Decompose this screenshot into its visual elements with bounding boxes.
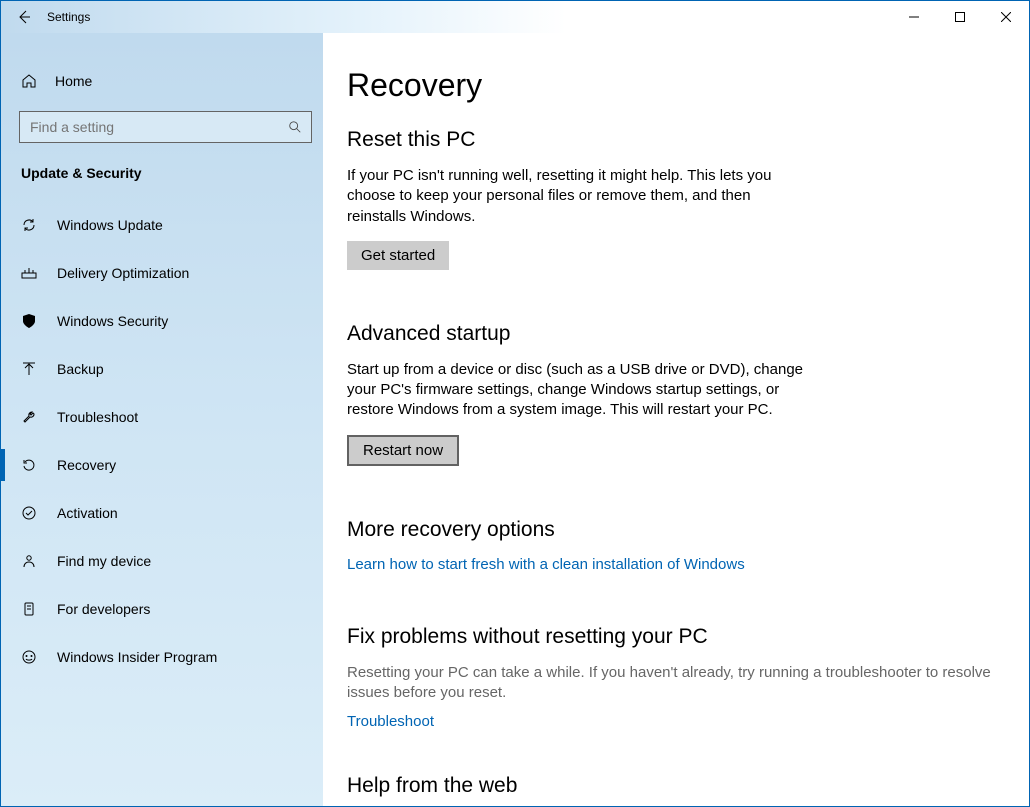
sidebar-item-label: Activation — [57, 505, 118, 521]
sidebar-category: Update & Security — [1, 143, 323, 191]
sidebar-item-backup[interactable]: Backup — [1, 345, 323, 393]
maximize-button[interactable] — [937, 1, 983, 33]
sidebar-item-label: Find my device — [57, 553, 151, 569]
sync-icon — [21, 217, 37, 233]
maximize-icon — [955, 12, 965, 22]
fresh-install-link[interactable]: Learn how to start fresh with a clean in… — [347, 556, 745, 573]
sidebar-item-label: Backup — [57, 361, 104, 377]
sidebar-item-windows-insider[interactable]: Windows Insider Program — [1, 633, 323, 681]
shield-icon — [21, 313, 37, 329]
titlebar: Settings — [1, 1, 1029, 33]
sidebar-item-troubleshoot[interactable]: Troubleshoot — [1, 393, 323, 441]
search-field[interactable] — [19, 111, 312, 143]
sidebar-item-label: Troubleshoot — [57, 409, 138, 425]
sidebar-item-recovery[interactable]: Recovery — [1, 441, 323, 489]
window-title: Settings — [47, 10, 891, 24]
section-heading: Advanced startup — [347, 322, 1005, 346]
section-heading: Fix problems without resetting your PC — [347, 625, 1005, 649]
sidebar-item-windows-update[interactable]: Windows Update — [1, 201, 323, 249]
sidebar-item-activation[interactable]: Activation — [1, 489, 323, 537]
section-advanced-startup: Advanced startup Start up from a device … — [347, 322, 1005, 466]
recovery-icon — [21, 457, 37, 473]
sidebar-item-for-developers[interactable]: For developers — [1, 585, 323, 633]
sidebar: Home Update & Security Windows Update — [1, 33, 323, 806]
home-nav[interactable]: Home — [1, 61, 323, 101]
close-button[interactable] — [983, 1, 1029, 33]
activation-icon — [21, 505, 37, 521]
sidebar-nav: Windows Update Delivery Optimization Win… — [1, 201, 323, 681]
wrench-icon — [21, 409, 37, 425]
main-panel: Recovery Reset this PC If your PC isn't … — [323, 33, 1029, 806]
delivery-icon — [21, 265, 37, 281]
section-body: Start up from a device or disc (such as … — [347, 360, 807, 421]
back-button[interactable] — [1, 1, 47, 33]
section-heading: Reset this PC — [347, 128, 1005, 152]
section-body: If your PC isn't running well, resetting… — [347, 166, 807, 227]
section-heading: Help from the web — [347, 774, 1005, 798]
devs-icon — [21, 601, 37, 617]
backup-icon — [21, 361, 37, 377]
minimize-button[interactable] — [891, 1, 937, 33]
sidebar-item-label: Windows Update — [57, 217, 163, 233]
findmy-icon — [21, 553, 37, 569]
sidebar-item-label: Windows Security — [57, 313, 168, 329]
section-help-web: Help from the web — [347, 774, 1005, 798]
page-title: Recovery — [347, 67, 1005, 104]
section-more-recovery: More recovery options Learn how to start… — [347, 518, 1005, 573]
home-label: Home — [55, 73, 92, 89]
sidebar-item-windows-security[interactable]: Windows Security — [1, 297, 323, 345]
sidebar-item-label: Delivery Optimization — [57, 265, 189, 281]
restart-now-button[interactable]: Restart now — [347, 435, 459, 466]
section-fix-problems: Fix problems without resetting your PC R… — [347, 625, 1005, 731]
arrow-left-icon — [16, 9, 32, 25]
sidebar-item-find-my-device[interactable]: Find my device — [1, 537, 323, 585]
sidebar-item-delivery-optimization[interactable]: Delivery Optimization — [1, 249, 323, 297]
troubleshoot-link[interactable]: Troubleshoot — [347, 713, 434, 730]
minimize-icon — [909, 12, 919, 22]
search-input[interactable] — [28, 118, 287, 136]
section-body: Resetting your PC can take a while. If y… — [347, 663, 1005, 704]
insider-icon — [21, 649, 37, 665]
sidebar-item-label: Recovery — [57, 457, 116, 473]
home-icon — [21, 73, 37, 89]
search-icon — [287, 119, 303, 135]
section-reset-pc: Reset this PC If your PC isn't running w… — [347, 128, 1005, 270]
close-icon — [1001, 12, 1011, 22]
section-heading: More recovery options — [347, 518, 1005, 542]
get-started-button[interactable]: Get started — [347, 241, 449, 270]
sidebar-item-label: Windows Insider Program — [57, 649, 217, 665]
sidebar-item-label: For developers — [57, 601, 150, 617]
